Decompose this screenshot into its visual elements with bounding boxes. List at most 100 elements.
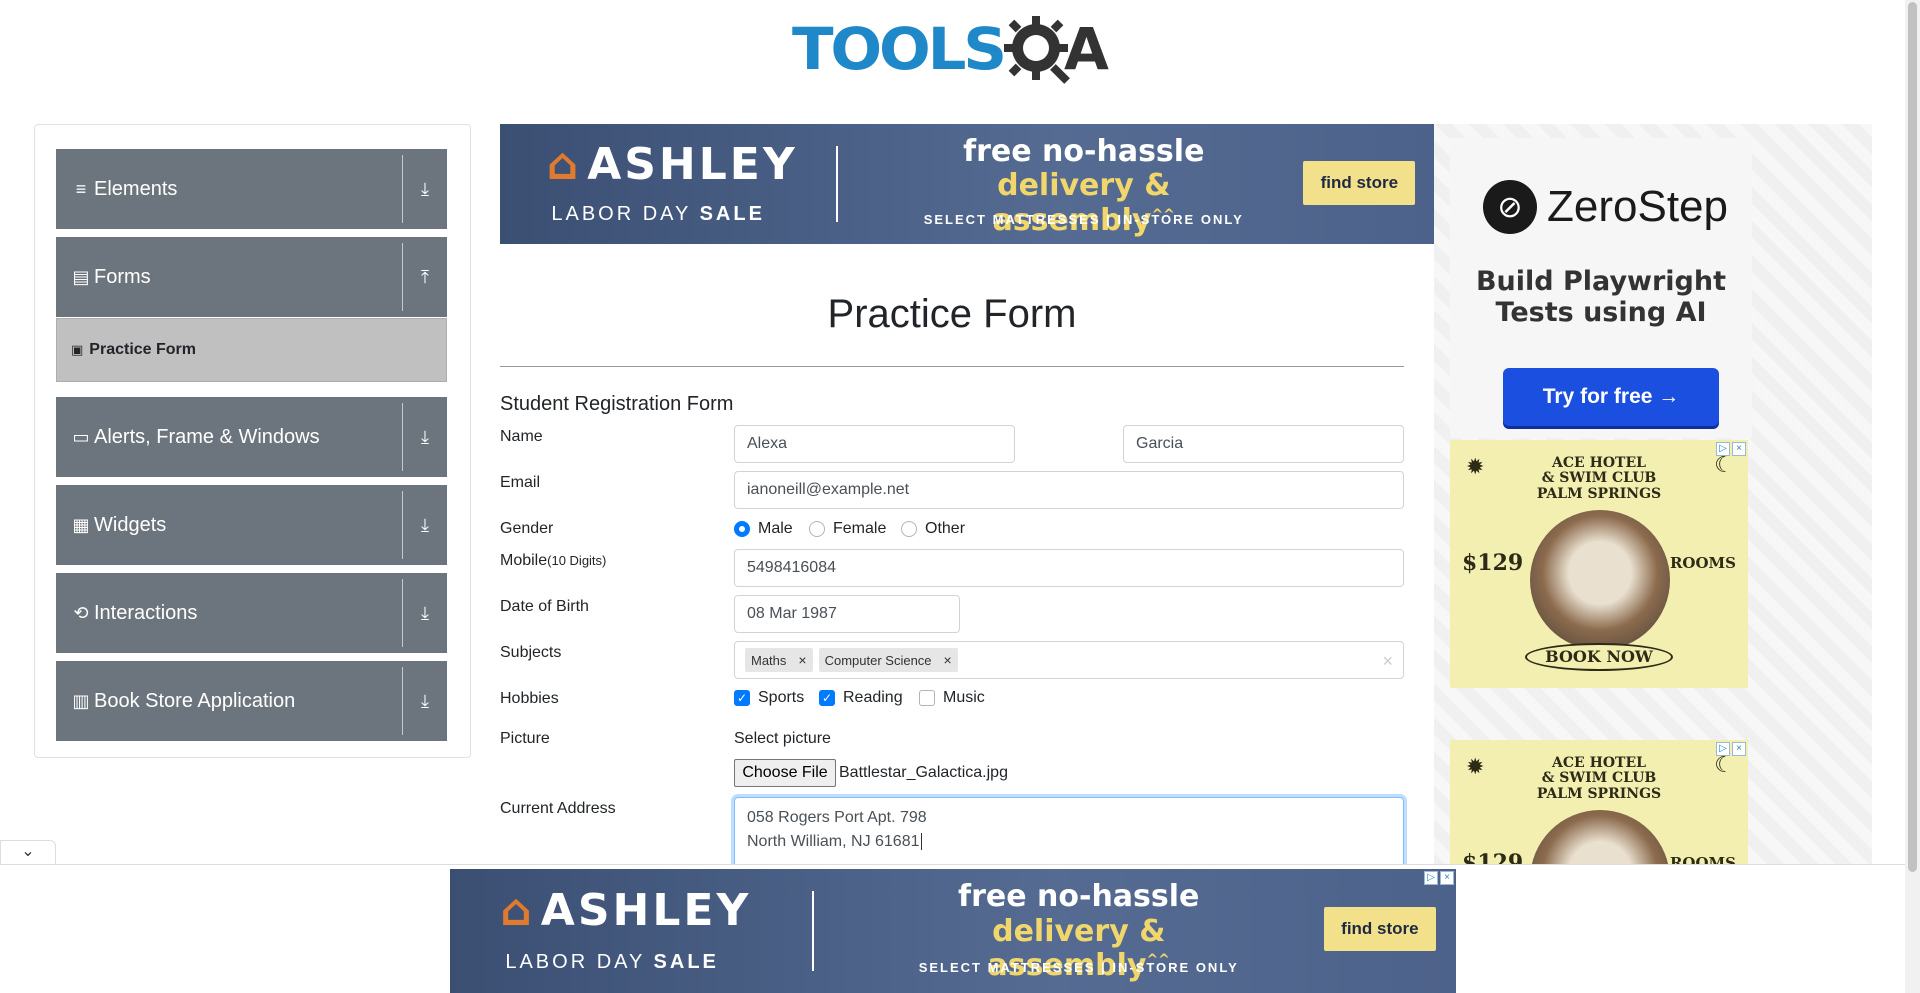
ashley-ad[interactable]: ▷ × ⌂ ASHLEY LABOR DAY SALE free no-hassle… — [450, 869, 1456, 993]
remove-tag-icon[interactable]: × — [938, 652, 958, 668]
house-icon: ⌂ — [500, 884, 535, 936]
ad-sale-prefix: LABOR DAY — [505, 950, 654, 973]
clear-icon[interactable]: × — [1382, 651, 1393, 672]
radio-label: Other — [925, 520, 966, 537]
ace-title-line2: & SWIM CLUB — [1541, 770, 1657, 787]
mobile-hint: (10 Digits) — [547, 553, 607, 568]
collapse-ad-button[interactable]: ⌄ — [0, 840, 56, 864]
ace-photo — [1530, 510, 1670, 650]
sidebar-item-practice-form[interactable]: ▣ Practice Form — [56, 318, 447, 382]
ad-line1: free no-hassle — [963, 133, 1205, 169]
current-address-textarea[interactable]: 058 Rogers Port Apt. 798 North William, … — [734, 797, 1404, 872]
subject-tag-label: Maths — [751, 652, 787, 668]
choose-file-button[interactable]: Choose File — [734, 759, 836, 787]
ad-line2-text: delivery & assembly — [992, 168, 1171, 238]
subjects-input[interactable]: Maths × Computer Science × × — [734, 641, 1404, 679]
subjects-label: Subjects — [500, 644, 562, 661]
close-icon[interactable]: × — [1732, 442, 1746, 456]
page-title: Practice Form — [827, 292, 1077, 336]
adchoices[interactable]: ▷ × — [1424, 871, 1454, 885]
list-icon: ▣ — [71, 342, 84, 357]
download-icon: ⤓ — [421, 690, 429, 711]
ad-banner-bottom[interactable]: ▷ × ⌂ ASHLEY LABOR DAY SALE free no-hassle… — [450, 869, 1456, 993]
first-name-input[interactable]: Alexa — [734, 425, 1015, 463]
divider — [402, 579, 403, 647]
radio-icon[interactable] — [809, 521, 825, 537]
ace-title-line3: PALM SPRINGS — [1536, 785, 1662, 802]
checkbox-label: Sports — [758, 689, 805, 706]
scrollbar-thumb[interactable] — [1908, 2, 1917, 872]
close-icon[interactable]: × — [1440, 871, 1454, 885]
house-icon: ⌂ — [546, 139, 582, 191]
try-for-free-button[interactable]: Try for free → — [1503, 368, 1719, 426]
ad-line1: free no-hassle — [958, 879, 1200, 915]
hobby-checkbox-sports[interactable]: ✓ Sports — [734, 689, 804, 707]
sidebar-group-label: Widgets — [94, 513, 167, 536]
zerostep-tagline: Build Playwright Tests using AI — [1475, 266, 1727, 329]
zerostep-ad[interactable]: ⊘ ZeroStep Build Playwright Tests using … — [1450, 138, 1752, 438]
zerostep-name: ZeroStep — [1547, 182, 1728, 231]
divider — [402, 403, 403, 471]
ace-title-line1: ACE HOTEL — [1552, 455, 1646, 471]
ad-brand-text: ASHLEY — [587, 139, 798, 191]
toolsqa-logo[interactable]: TOOLS A — [792, 14, 1116, 90]
divider — [402, 667, 403, 735]
mobile-input[interactable]: 5498416084 — [734, 549, 1404, 587]
ad-line2: delivery & assembly^^ — [920, 169, 1247, 238]
gender-radio-female[interactable]: Female — [809, 520, 886, 538]
book-now-button[interactable]: BOOK NOW — [1525, 643, 1673, 671]
zerostep-mark-icon: ⊘ — [1483, 180, 1537, 234]
ace-hotel-ad[interactable]: ▷ × ✹ ☾ ACE HOTEL & SWIM CLUB PALM SPRING… — [1450, 440, 1748, 688]
radio-label: Female — [833, 520, 887, 537]
ad-brand: ⌂ ASHLEY — [500, 888, 751, 933]
email-input[interactable]: ianoneill@example.net — [734, 471, 1404, 509]
ace-price: $129 — [1462, 550, 1524, 576]
remove-tag-icon[interactable]: × — [792, 652, 812, 668]
download-icon: ⤓ — [421, 178, 429, 199]
ad-banner-top[interactable]: ⌂ ASHLEY LABOR DAY SALE free no-hassle de… — [500, 124, 1434, 244]
mobile-label: Mobile(10 Digits) — [500, 552, 606, 570]
widgets-icon: ▦ — [72, 514, 90, 535]
hobby-checkbox-reading[interactable]: ✓ Reading — [819, 689, 903, 707]
current-address-label: Current Address — [500, 800, 616, 817]
title-divider — [500, 366, 1404, 367]
ashley-ad[interactable]: ⌂ ASHLEY LABOR DAY SALE free no-hassle de… — [500, 124, 1434, 244]
download-icon: ⤓ — [421, 602, 429, 623]
sidebar-group-interactions[interactable]: ⟲ Interactions ⤓ — [56, 573, 447, 653]
sidebar-group-elements[interactable]: ≡ Elements ⤓ — [56, 149, 447, 229]
date-of-birth-input[interactable]: 08 Mar 1987 — [734, 595, 960, 633]
radio-selected-icon[interactable] — [734, 521, 750, 537]
checkbox-checked-icon[interactable]: ✓ — [819, 690, 835, 706]
ad-sale-bold: SALE — [653, 950, 719, 973]
address-line1: 058 Rogers Port Apt. 798 — [747, 809, 927, 826]
select-picture-label: Select picture — [734, 730, 831, 747]
sidebar-group-book-store[interactable]: ▥ Book Store Application ⤓ — [56, 661, 447, 741]
close-icon[interactable]: × — [1732, 742, 1746, 756]
ace-rooms: ROOMS — [1669, 554, 1736, 572]
sidebar-group-forms[interactable]: ▤ Forms ⤒ — [56, 237, 447, 317]
checkbox-icon[interactable] — [919, 690, 935, 706]
subject-tag-label: Computer Science — [824, 652, 932, 668]
ad-sale: LABOR DAY SALE — [505, 951, 719, 974]
find-store-button[interactable]: find store — [1323, 907, 1436, 952]
gender-radio-other[interactable]: Other — [901, 520, 965, 538]
form-subtitle: Student Registration Form — [500, 393, 734, 415]
checkbox-checked-icon[interactable]: ✓ — [734, 690, 750, 706]
ad-sale: LABOR DAY SALE — [551, 203, 765, 226]
sidebar-group-label: Alerts, Frame & Windows — [94, 425, 320, 448]
adchoices-icon[interactable]: ▷ — [1424, 871, 1438, 885]
ad-brand: ⌂ ASHLEY — [547, 143, 798, 187]
sidebar-group-widgets[interactable]: ▦ Widgets ⤓ — [56, 485, 447, 565]
gender-radio-male[interactable]: Male — [734, 520, 793, 538]
sidebar-group-alerts[interactable]: ▭ Alerts, Frame & Windows ⤓ — [56, 397, 447, 477]
window-icon: ▭ — [72, 426, 90, 447]
right-ad-column: ⊘ ZeroStep Build Playwright Tests using … — [1434, 124, 1872, 988]
hobby-checkbox-music[interactable]: Music — [919, 689, 985, 707]
radio-icon[interactable] — [901, 521, 917, 537]
last-name-input[interactable]: Garcia — [1123, 425, 1404, 463]
find-store-button[interactable]: find store — [1303, 161, 1416, 206]
logo-a: A — [1064, 15, 1109, 83]
vertical-scrollbar[interactable] — [1905, 0, 1920, 993]
mobile-label-text: Mobile — [500, 552, 548, 569]
subject-tag: Computer Science × — [818, 648, 958, 672]
